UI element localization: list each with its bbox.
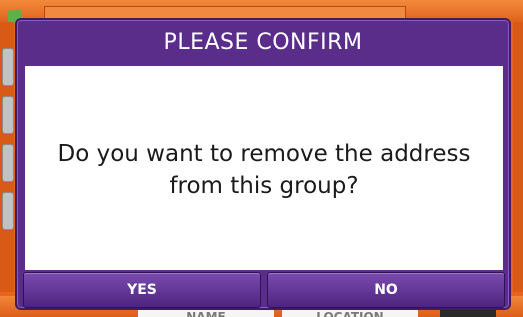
yes-button[interactable]: YES — [23, 272, 261, 308]
background-list-button — [2, 48, 14, 86]
dialog-button-row: YES NO — [23, 272, 505, 308]
no-button[interactable]: NO — [267, 272, 505, 308]
dialog-body: Do you want to remove the address from t… — [25, 66, 503, 270]
confirm-dialog: PLEASE CONFIRM Do you want to remove the… — [15, 18, 511, 310]
background-right-strip — [513, 22, 523, 292]
background-list-button — [2, 144, 14, 182]
background-list-button — [2, 96, 14, 134]
device-screen: NAME LOCATION PLEASE CONFIRM Do you want… — [0, 0, 523, 317]
dialog-title: PLEASE CONFIRM — [163, 29, 363, 55]
background-list-button — [2, 192, 14, 230]
dialog-message: Do you want to remove the address from t… — [57, 141, 471, 199]
